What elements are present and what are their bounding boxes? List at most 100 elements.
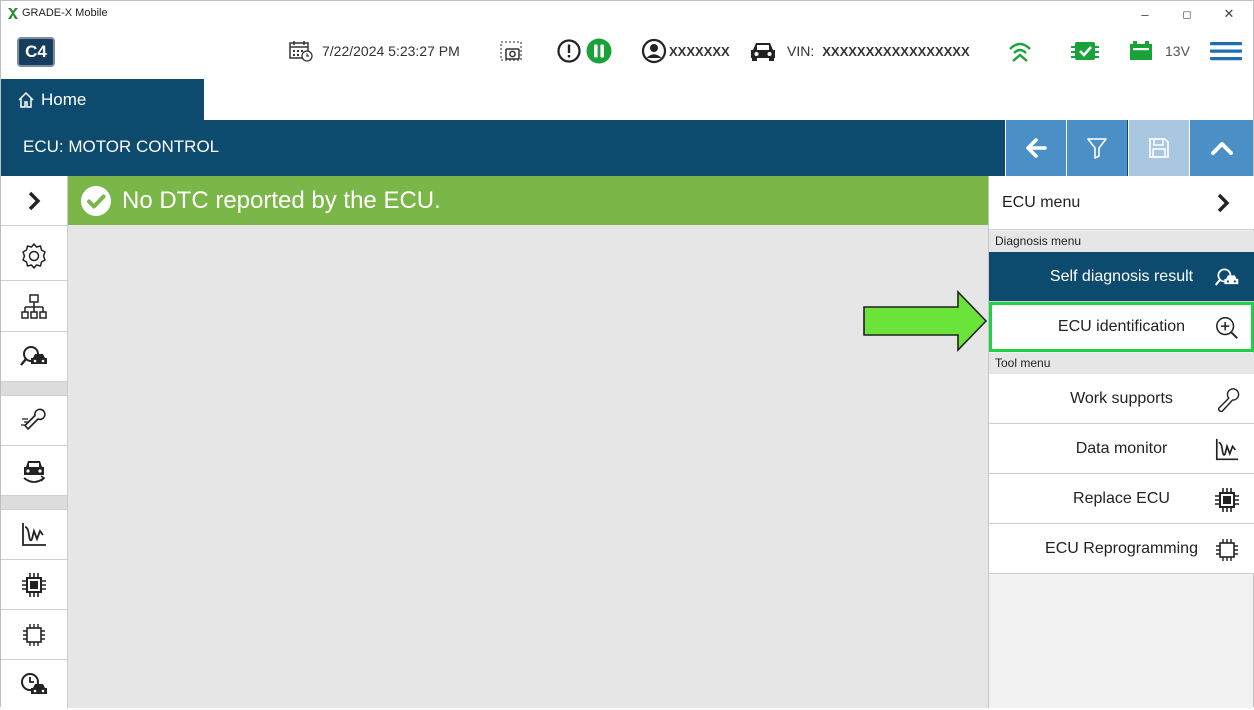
menu-item-label: Data monitor [1075, 439, 1168, 457]
back-button[interactable] [1005, 120, 1066, 176]
car-search-icon [20, 345, 47, 366]
wrench-icon [1214, 387, 1240, 413]
diagnosis-menu-label: Diagnosis menu [989, 231, 1254, 252]
pause-button[interactable] [585, 27, 613, 75]
rail-self-diagnosis[interactable] [1, 332, 67, 382]
user-display[interactable]: XXXXXXX [641, 27, 730, 75]
expand-rail-button[interactable] [1, 176, 67, 226]
menu-ecu-reprogramming[interactable]: ECU Reprogramming [989, 524, 1254, 574]
window-title: GRADE-X Mobile [22, 7, 108, 19]
ecu-status[interactable] [1070, 27, 1100, 75]
zoom-in-icon [1214, 315, 1240, 341]
ecu-menu-panel: ECU menu Diagnosis menu Self diagnosis r… [988, 176, 1254, 708]
battery-icon [1130, 41, 1152, 60]
user-name: XXXXXXX [669, 43, 730, 59]
rail-divider [1, 496, 67, 510]
menu-item-label: ECU identification [1057, 318, 1186, 335]
screenshot-button[interactable] [499, 27, 525, 75]
alert-icon [557, 39, 581, 63]
network-icon [21, 293, 47, 319]
vin-display: VIN: XXXXXXXXXXXXXXXXX [749, 27, 970, 75]
car-refresh-icon [23, 460, 46, 483]
status-message: No DTC reported by the ECU. [122, 186, 441, 214]
left-rail [1, 176, 68, 708]
ecu-check-icon [1071, 42, 1099, 60]
rail-data-monitor[interactable] [1, 510, 67, 560]
title-bar: GRADE-X Mobile – ◻ ✕ [1, 1, 1253, 27]
wireless-icon [1009, 42, 1031, 62]
menu-item-label: Work supports [1070, 389, 1173, 407]
rail-settings[interactable] [1, 231, 67, 281]
rail-history[interactable] [1, 660, 67, 710]
check-circle-icon [81, 185, 111, 216]
menu-item-label: Replace ECU [1073, 489, 1170, 507]
rail-vehicle-rotate[interactable] [1, 446, 67, 496]
filter-button[interactable] [1066, 120, 1127, 176]
car-icon [751, 43, 775, 61]
clock-car-icon [21, 673, 47, 694]
rail-divider [1, 382, 67, 396]
app-logo-icon [8, 8, 18, 19]
chip-filled-icon [1214, 487, 1240, 513]
chevron-right-icon [1217, 193, 1230, 213]
rail-reprogramming[interactable] [1, 610, 67, 660]
save-button[interactable] [1128, 120, 1189, 176]
toolbar: C4 7/22/2024 5:23:27 PM XXXXXXX VIN: XXX… [1, 27, 1253, 75]
car-search-icon [1214, 265, 1240, 291]
hamburger-menu-button[interactable] [1209, 27, 1243, 75]
chip-outline-icon [1214, 537, 1240, 563]
rail-replace-ecu[interactable] [1, 560, 67, 610]
tool-menu-label: Tool menu [989, 353, 1254, 374]
chevron-up-icon [1210, 142, 1233, 155]
main-content: No DTC reported by the ECU. [68, 176, 988, 708]
menu-replace-ecu[interactable]: Replace ECU [989, 474, 1254, 524]
tab-bar: Home [1, 75, 1253, 120]
pause-icon [586, 38, 612, 64]
maximize-button[interactable]: ◻ [1167, 1, 1207, 27]
pointer-arrow-icon [863, 290, 988, 352]
filter-icon [1087, 138, 1107, 159]
rail-work-supports[interactable] [1, 396, 67, 446]
home-icon [18, 91, 34, 108]
minimize-button[interactable]: – [1125, 1, 1165, 27]
page-header: ECU: MOTOR CONTROL [1, 120, 1253, 176]
status-banner: No DTC reported by the ECU. [68, 176, 988, 225]
vin-label: VIN: [787, 43, 815, 59]
menu-self-diagnosis-result[interactable]: Self diagnosis result [989, 252, 1254, 302]
chip-filled-icon [22, 572, 46, 597]
datetime-display: 7/22/2024 5:23:27 PM [288, 27, 460, 75]
chevron-right-icon [28, 191, 41, 210]
ecu-menu-button[interactable]: ECU menu [989, 176, 1254, 230]
vin-value: XXXXXXXXXXXXXXXXX [822, 43, 970, 59]
menu-ecu-identification[interactable]: ECU identification [989, 302, 1254, 352]
menu-item-label: Self diagnosis result [1049, 267, 1194, 285]
page-title: ECU: MOTOR CONTROL [23, 137, 220, 156]
menu-work-supports[interactable]: Work supports [989, 374, 1254, 424]
ecu-menu-label: ECU menu [1002, 193, 1081, 211]
tab-home[interactable]: Home [1, 79, 204, 120]
menu-data-monitor[interactable]: Data monitor [989, 424, 1254, 474]
tab-home-label: Home [41, 89, 87, 109]
waveform-icon [1214, 437, 1240, 463]
waveform-icon [22, 522, 46, 546]
menu-item-label: ECU Reprogramming [1045, 539, 1198, 557]
app-window: GRADE-X Mobile – ◻ ✕ C4 7/22/2024 5:23:2… [0, 0, 1254, 708]
rail-topology[interactable] [1, 282, 67, 332]
voltage-value: 13V [1165, 43, 1190, 59]
user-icon [641, 38, 667, 64]
gear-icon [22, 242, 46, 269]
chip-outline-icon [23, 623, 45, 646]
collapse-button[interactable] [1189, 120, 1253, 176]
arrow-left-icon [1026, 138, 1047, 158]
battery-status: 13V [1128, 27, 1190, 75]
close-button[interactable]: ✕ [1209, 1, 1249, 27]
screenshot-icon [500, 41, 522, 61]
save-icon [1149, 138, 1169, 158]
connection-status[interactable] [1007, 27, 1033, 75]
app-logo[interactable]: C4 [17, 37, 55, 67]
alert-button[interactable] [556, 27, 582, 75]
wrench-speed-icon [21, 408, 46, 430]
hamburger-icon [1210, 42, 1242, 61]
datetime-text: 7/22/2024 5:23:27 PM [322, 43, 460, 59]
calendar-clock-icon [289, 41, 313, 62]
